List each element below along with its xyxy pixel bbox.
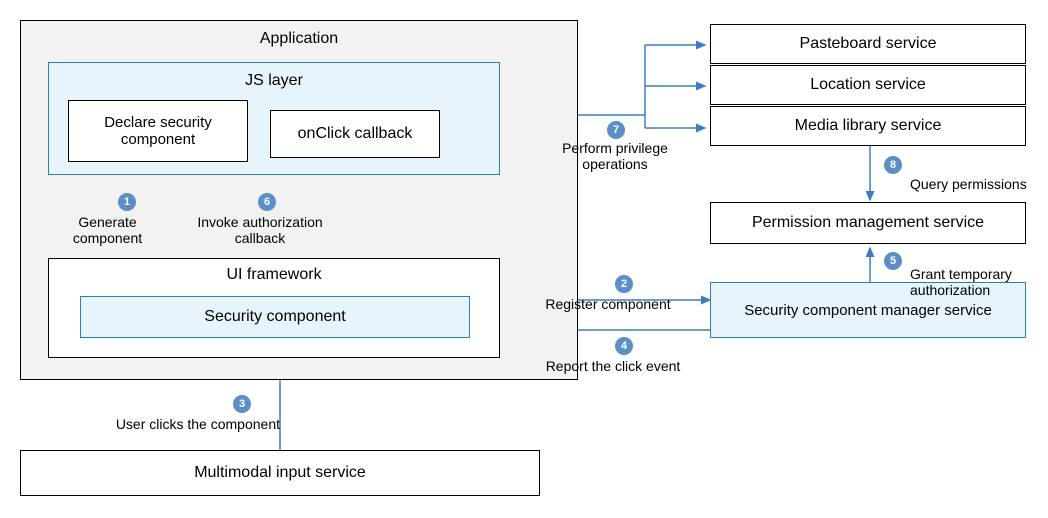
multimodal-input-box: Multimodal input service: [20, 450, 540, 496]
step-label-1: Generate component: [60, 214, 155, 246]
declare-security-box: Declare security component: [68, 100, 248, 162]
security-component-label: Security component: [204, 308, 345, 326]
step-badge-1: 1: [118, 193, 136, 211]
step-badge-3: 3: [233, 395, 251, 413]
step-label-6: Invoke authorization callback: [180, 214, 340, 246]
step-label-4: Report the click event: [528, 358, 698, 374]
location-label: Location service: [810, 76, 926, 94]
step-label-7: Perform privilege operations: [550, 140, 680, 172]
step-badge-7: 7: [607, 121, 625, 139]
application-title: Application: [20, 30, 578, 48]
step-badge-4: 4: [615, 337, 633, 355]
sec-comp-mgr-label: Security component manager service: [744, 302, 992, 319]
step-label-2: Register component: [518, 296, 698, 312]
onclick-callback-label: onClick callback: [298, 125, 413, 143]
step-label-5: Grant temporary authorization: [814, 266, 1044, 298]
permission-mgmt-box: Permission management service: [710, 202, 1026, 244]
multimodal-label: Multimodal input service: [194, 464, 366, 482]
location-box: Location service: [710, 65, 1026, 105]
media-library-label: Media library service: [795, 117, 942, 135]
security-component-box: Security component: [80, 296, 470, 338]
step-label-3: User clicks the component: [70, 416, 280, 432]
step-badge-6: 6: [258, 193, 276, 211]
declare-security-label: Declare security component: [77, 114, 239, 148]
step-label-8: Query permissions: [880, 176, 1040, 192]
js-layer-title: JS layer: [48, 72, 500, 90]
step-badge-2: 2: [615, 275, 633, 293]
step-badge-8: 8: [884, 156, 902, 174]
pasteboard-box: Pasteboard service: [710, 24, 1026, 64]
pasteboard-label: Pasteboard service: [800, 35, 937, 53]
permission-mgmt-label: Permission management service: [752, 214, 984, 232]
ui-framework-title: UI framework: [48, 266, 500, 284]
media-library-box: Media library service: [710, 106, 1026, 146]
onclick-callback-box: onClick callback: [270, 110, 440, 158]
